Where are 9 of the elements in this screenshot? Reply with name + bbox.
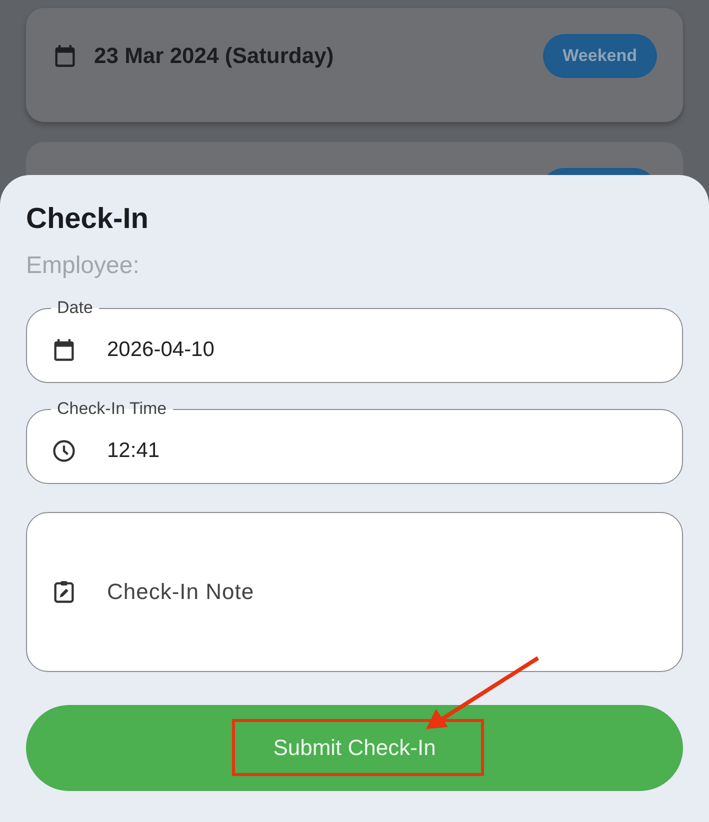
card-date: 23 Mar 2024 (Saturday) bbox=[94, 43, 335, 69]
sheet-title: Check-In bbox=[26, 203, 150, 236]
field-label: Check-In Time bbox=[56, 399, 168, 419]
field-label: Date bbox=[56, 298, 94, 318]
date-field[interactable]: Date 2026-04-10 bbox=[26, 298, 683, 383]
time-field[interactable]: Check-In Time 12:41 bbox=[26, 399, 683, 484]
employee-label: Employee: bbox=[26, 252, 140, 280]
note-field[interactable]: Check-In Note bbox=[26, 512, 683, 672]
weekend-badge: Weekend bbox=[542, 34, 657, 78]
